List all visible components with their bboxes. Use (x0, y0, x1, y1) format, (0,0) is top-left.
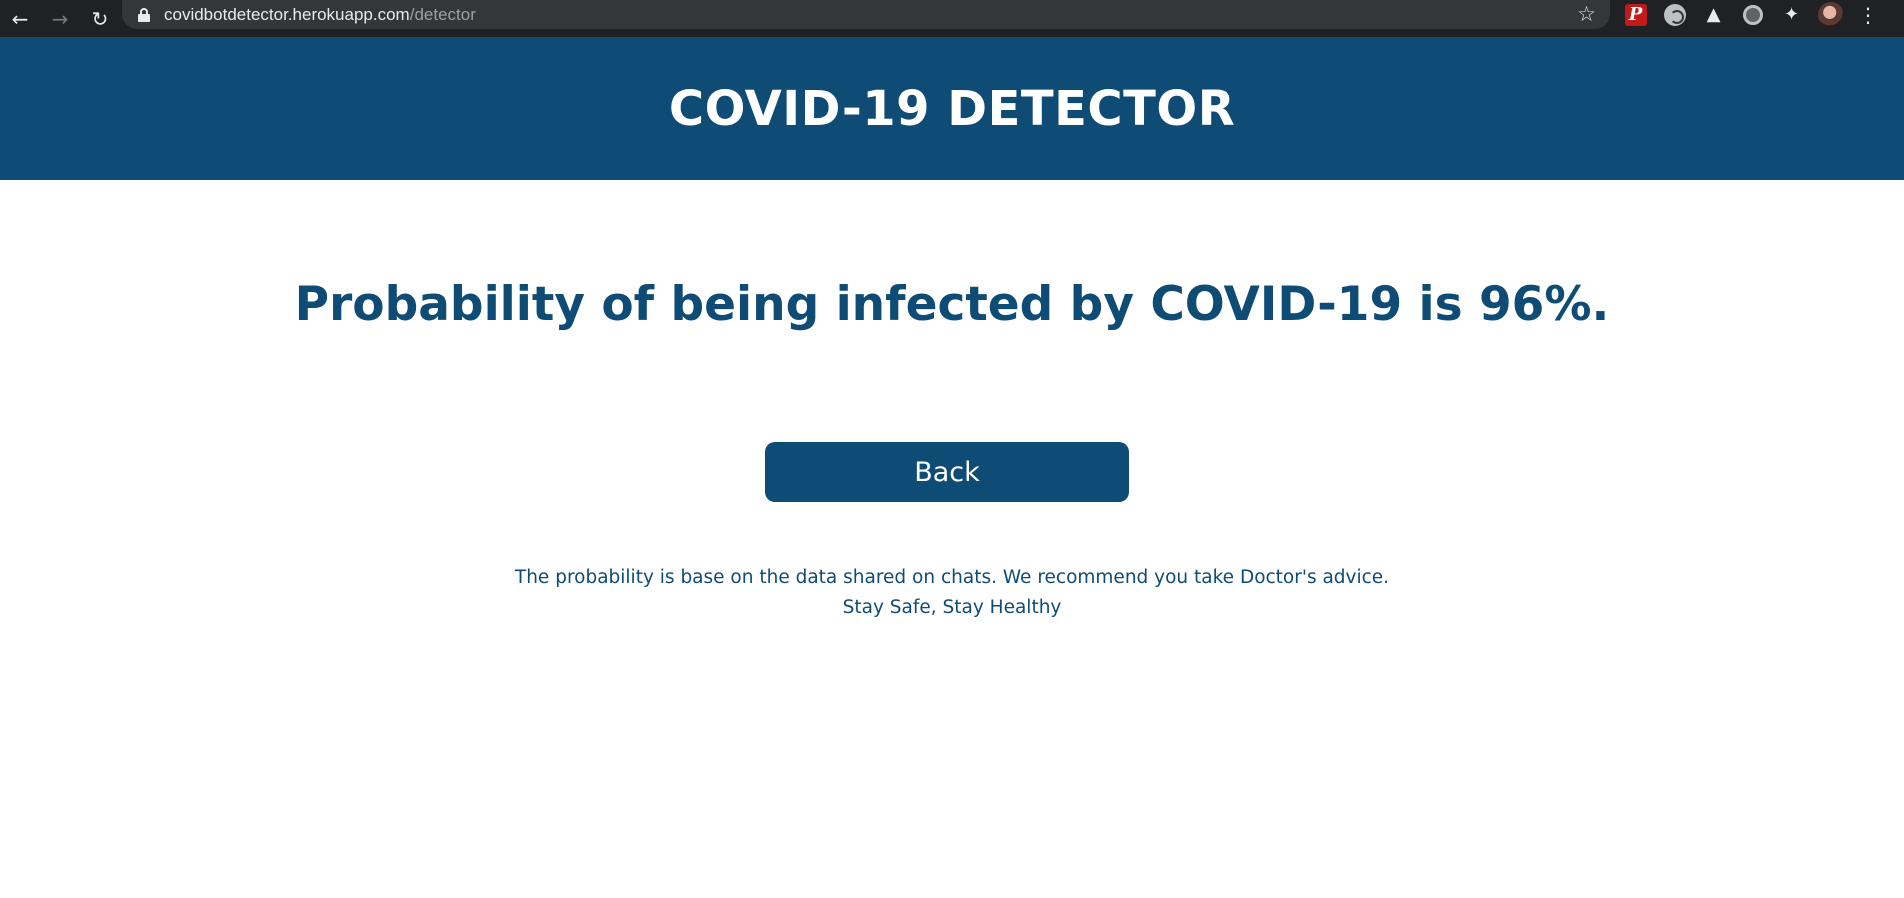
address-bar[interactable]: covidbotdetector.herokuapp.com/detector … (122, 0, 1610, 29)
tagline: Stay Safe, Stay Healthy (842, 597, 1062, 618)
back-button[interactable]: Back (765, 442, 1129, 502)
url-path: /detector (409, 4, 476, 24)
site-title: COVID-19 DETECTOR (668, 80, 1236, 137)
reload-icon[interactable]: ↻ (80, 5, 120, 33)
lock-icon[interactable] (138, 7, 150, 22)
extensions-puzzle-icon[interactable]: ✦ (1778, 1, 1805, 28)
extension-circle-icon[interactable] (1661, 1, 1688, 28)
star-icon[interactable]: ☆ (1577, 3, 1596, 25)
site-header: COVID-19 DETECTOR (0, 37, 1904, 180)
extensions-tray: P ▲ ✦ ⋮ (1622, 0, 1880, 29)
extension-p-icon[interactable]: P (1622, 1, 1649, 28)
url-text[interactable]: covidbotdetector.herokuapp.com/detector (164, 5, 476, 25)
menu-dots-icon[interactable]: ⋮ (1856, 1, 1880, 28)
extension-spy-icon[interactable]: ▲ (1700, 1, 1727, 28)
browser-toolbar: ← → ↻ covidbotdetector.herokuapp.com/det… (0, 0, 1904, 37)
forward-arrow-icon[interactable]: → (40, 5, 80, 33)
main-content: Probability of being infected by COVID-1… (0, 180, 1904, 898)
extension-ring-icon[interactable] (1739, 1, 1766, 28)
result-heading: Probability of being infected by COVID-1… (294, 277, 1610, 332)
profile-avatar[interactable] (1817, 1, 1844, 28)
disclaimer: The probability is base on the data shar… (0, 563, 1904, 623)
back-arrow-icon[interactable]: ← (0, 5, 40, 33)
url-host: covidbotdetector.herokuapp.com (164, 4, 410, 24)
disclaimer-line: The probability is base on the data shar… (514, 567, 1390, 588)
